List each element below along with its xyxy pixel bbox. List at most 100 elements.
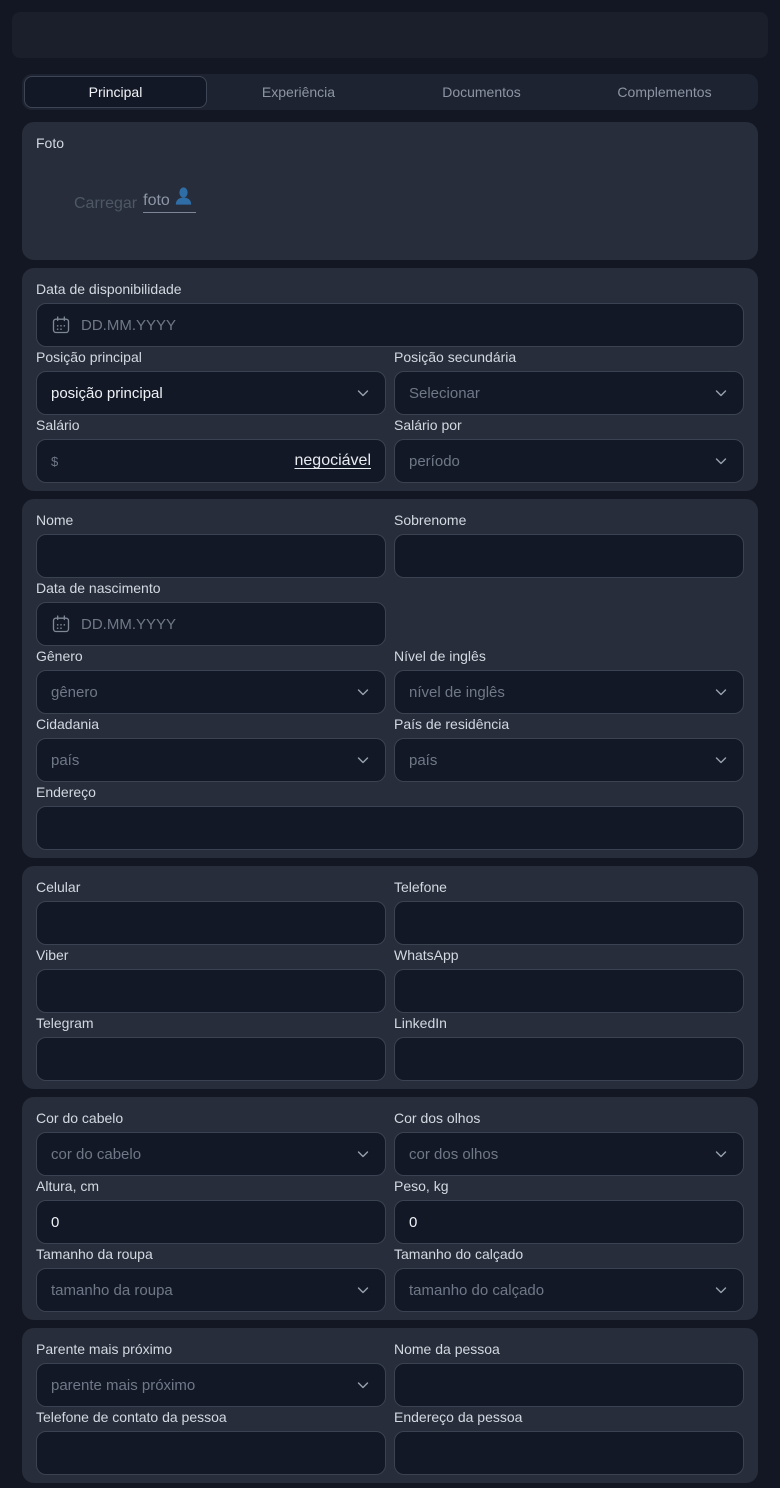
english-level-select[interactable]: nível de inglês [394,670,744,714]
clothing-size-value: tamanho da roupa [51,1282,347,1299]
citizenship-value: país [51,752,347,769]
upload-photo-link[interactable]: foto [143,187,196,213]
currency-symbol: $ [51,454,58,469]
viber-input[interactable] [51,983,371,1000]
photo-section: Foto Carregar foto [22,122,758,260]
telegram-field[interactable] [36,1037,386,1081]
calendar-icon [51,315,71,335]
birthdate-field[interactable] [36,602,386,646]
salary-field[interactable]: $ negociável [36,439,386,483]
contacts-section: Celular Telefone Viber WhatsApp [22,866,758,1089]
linkedin-field[interactable] [394,1037,744,1081]
address-label: Endereço [36,784,744,800]
closest-relative-label: Parente mais próximo [36,1341,386,1357]
person-address-input[interactable] [409,1445,729,1462]
phone-label: Telefone [394,879,744,895]
shoe-size-select[interactable]: tamanho do calçado [394,1268,744,1312]
telegram-input[interactable] [51,1051,371,1068]
shoe-size-value: tamanho do calçado [409,1282,705,1299]
availability-date-input[interactable] [81,317,729,334]
tab-complementos[interactable]: Complementos [573,76,756,108]
gender-select[interactable]: gênero [36,670,386,714]
next-of-kin-section: Parente mais próximo parente mais próxim… [22,1328,758,1483]
appearance-section: Cor do cabelo cor do cabelo Cor dos olho… [22,1097,758,1320]
hair-color-value: cor do cabelo [51,1146,347,1163]
person-name-input[interactable] [409,1377,729,1394]
last-name-field[interactable] [394,534,744,578]
weight-label: Peso, kg [394,1178,744,1194]
address-field[interactable] [36,806,744,850]
upload-link-label: foto [143,192,170,210]
first-name-input[interactable] [51,548,371,565]
clothing-size-select[interactable]: tamanho da roupa [36,1268,386,1312]
eye-color-value: cor dos olhos [409,1146,705,1163]
photo-upload-area: Carregar foto [74,187,744,213]
availability-date-field[interactable] [36,303,744,347]
person-icon [175,187,192,210]
salary-input[interactable] [66,453,294,470]
weight-field[interactable] [394,1200,744,1244]
photo-section-title: Foto [36,135,744,151]
chevron-down-icon [713,752,729,768]
birthdate-input[interactable] [81,616,371,633]
chevron-down-icon [355,1146,371,1162]
gender-label: Gênero [36,648,386,664]
person-address-label: Endereço da pessoa [394,1409,744,1425]
residence-country-select[interactable]: país [394,738,744,782]
chevron-down-icon [355,1377,371,1393]
address-input[interactable] [51,820,729,837]
citizenship-select[interactable]: país [36,738,386,782]
person-address-field[interactable] [394,1431,744,1475]
mobile-field[interactable] [36,901,386,945]
eye-color-label: Cor dos olhos [394,1110,744,1126]
weight-input[interactable] [409,1214,729,1231]
person-name-field[interactable] [394,1363,744,1407]
mobile-label: Celular [36,879,386,895]
salary-per-select[interactable]: período [394,439,744,483]
viber-field[interactable] [36,969,386,1013]
closest-relative-select[interactable]: parente mais próximo [36,1363,386,1407]
english-level-value: nível de inglês [409,684,705,701]
height-field[interactable] [36,1200,386,1244]
closest-relative-value: parente mais próximo [51,1377,347,1394]
viber-label: Viber [36,947,386,963]
header-bar [12,12,768,58]
person-phone-input[interactable] [51,1445,371,1462]
chevron-down-icon [355,1282,371,1298]
salary-per-value: período [409,453,705,470]
tab-principal[interactable]: Principal [24,76,207,108]
gender-value: gênero [51,684,347,701]
tab-documentos[interactable]: Documentos [390,76,573,108]
chevron-down-icon [713,684,729,700]
shoe-size-label: Tamanho do calçado [394,1246,744,1262]
phone-input[interactable] [409,915,729,932]
linkedin-input[interactable] [409,1051,729,1068]
availability-date-label: Data de disponibilidade [36,281,744,297]
phone-field[interactable] [394,901,744,945]
english-level-label: Nível de inglês [394,648,744,664]
tab-bar: Principal Experiência Documentos Complem… [22,74,758,110]
chevron-down-icon [713,1282,729,1298]
profile-form: Principal Experiência Documentos Complem… [0,74,780,1483]
chevron-down-icon [355,684,371,700]
whatsapp-label: WhatsApp [394,947,744,963]
chevron-down-icon [713,1146,729,1162]
height-input[interactable] [51,1214,371,1231]
person-phone-field[interactable] [36,1431,386,1475]
last-name-input[interactable] [409,548,729,565]
negotiable-link[interactable]: negociável [295,452,372,470]
hair-color-select[interactable]: cor do cabelo [36,1132,386,1176]
mobile-input[interactable] [51,915,371,932]
secondary-position-select[interactable]: Selecionar [394,371,744,415]
last-name-label: Sobrenome [394,512,744,528]
whatsapp-field[interactable] [394,969,744,1013]
whatsapp-input[interactable] [409,983,729,1000]
first-name-field[interactable] [36,534,386,578]
primary-position-select[interactable]: posição principal [36,371,386,415]
chevron-down-icon [355,385,371,401]
hair-color-label: Cor do cabelo [36,1110,386,1126]
birthdate-label: Data de nascimento [36,580,386,596]
person-phone-label: Telefone de contato da pessoa [36,1409,386,1425]
tab-experiencia[interactable]: Experiência [207,76,390,108]
eye-color-select[interactable]: cor dos olhos [394,1132,744,1176]
